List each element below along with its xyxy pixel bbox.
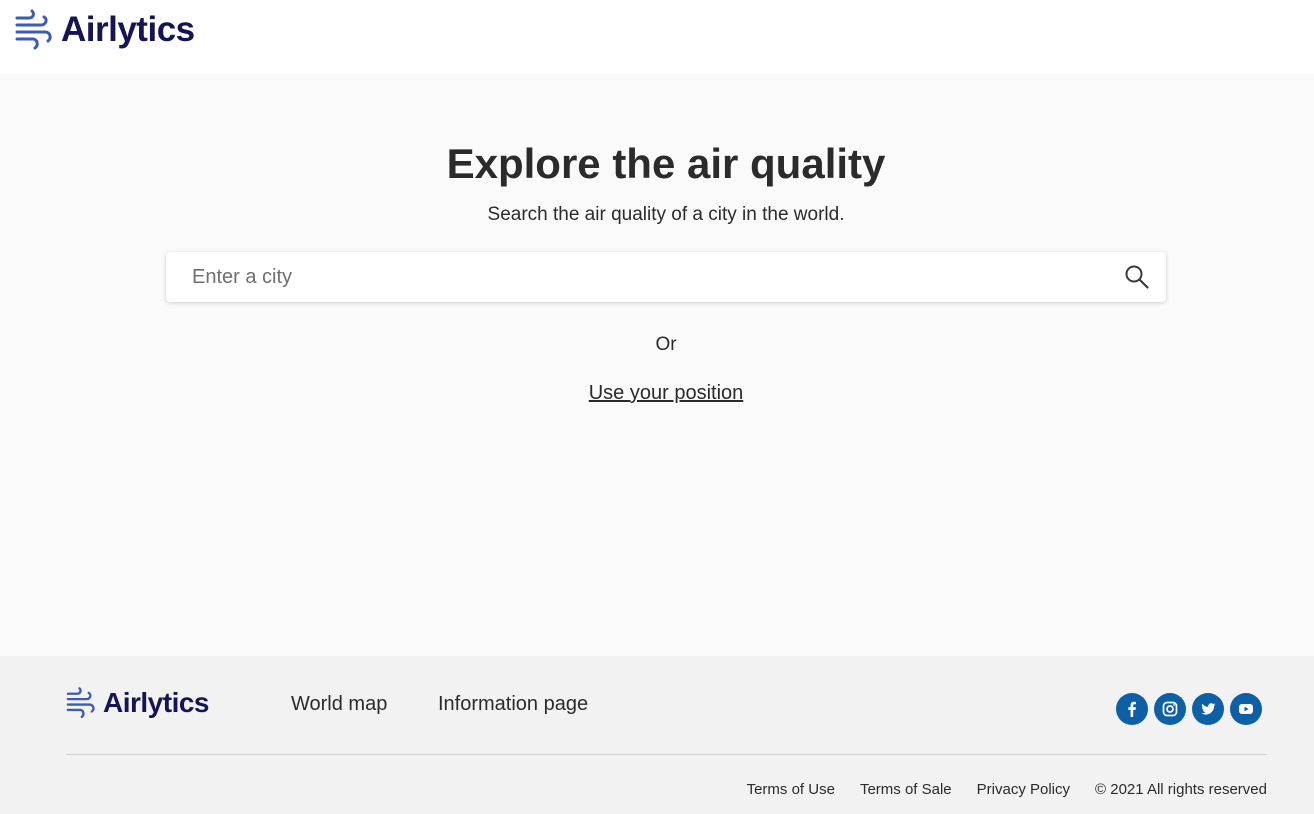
or-separator: Or bbox=[655, 334, 677, 355]
position-link-wrap: Use your position bbox=[0, 382, 1314, 405]
wind-icon bbox=[15, 9, 52, 50]
page-title: Explore the air quality bbox=[446, 140, 886, 187]
main-content: Explore the air quality Search the air q… bbox=[0, 74, 1314, 656]
footer-divider bbox=[66, 754, 1267, 755]
instagram-icon[interactable] bbox=[1154, 693, 1186, 725]
copyright-text: © 2021 All rights reserved bbox=[1095, 781, 1267, 798]
search-icon[interactable] bbox=[1124, 264, 1150, 290]
terms-of-use-link[interactable]: Terms of Use bbox=[747, 781, 835, 798]
site-footer: Airlytics World map Information page Ter… bbox=[0, 656, 1314, 814]
legal-links: Terms of Use Terms of Sale Privacy Polic… bbox=[747, 781, 1267, 798]
use-position-link[interactable]: Use your position bbox=[589, 382, 744, 404]
twitter-icon[interactable] bbox=[1192, 693, 1224, 725]
nav-world-map[interactable]: World map bbox=[291, 693, 387, 716]
brand-name: Airlytics bbox=[61, 10, 195, 49]
social-links bbox=[1116, 693, 1262, 725]
header-logo[interactable]: Airlytics bbox=[15, 8, 195, 52]
privacy-policy-link[interactable]: Privacy Policy bbox=[977, 781, 1070, 798]
wind-icon bbox=[66, 687, 95, 719]
nav-information-page[interactable]: Information page bbox=[438, 693, 588, 716]
page-subtitle: Search the air quality of a city in the … bbox=[487, 204, 845, 225]
city-search bbox=[166, 252, 1166, 302]
city-search-input[interactable] bbox=[166, 252, 1106, 302]
youtube-icon[interactable] bbox=[1230, 693, 1262, 725]
site-header: Airlytics bbox=[0, 0, 1314, 74]
terms-of-sale-link[interactable]: Terms of Sale bbox=[860, 781, 952, 798]
footer-brand-name: Airlytics bbox=[103, 687, 210, 718]
facebook-icon[interactable] bbox=[1116, 693, 1148, 725]
footer-logo[interactable]: Airlytics bbox=[66, 686, 210, 720]
